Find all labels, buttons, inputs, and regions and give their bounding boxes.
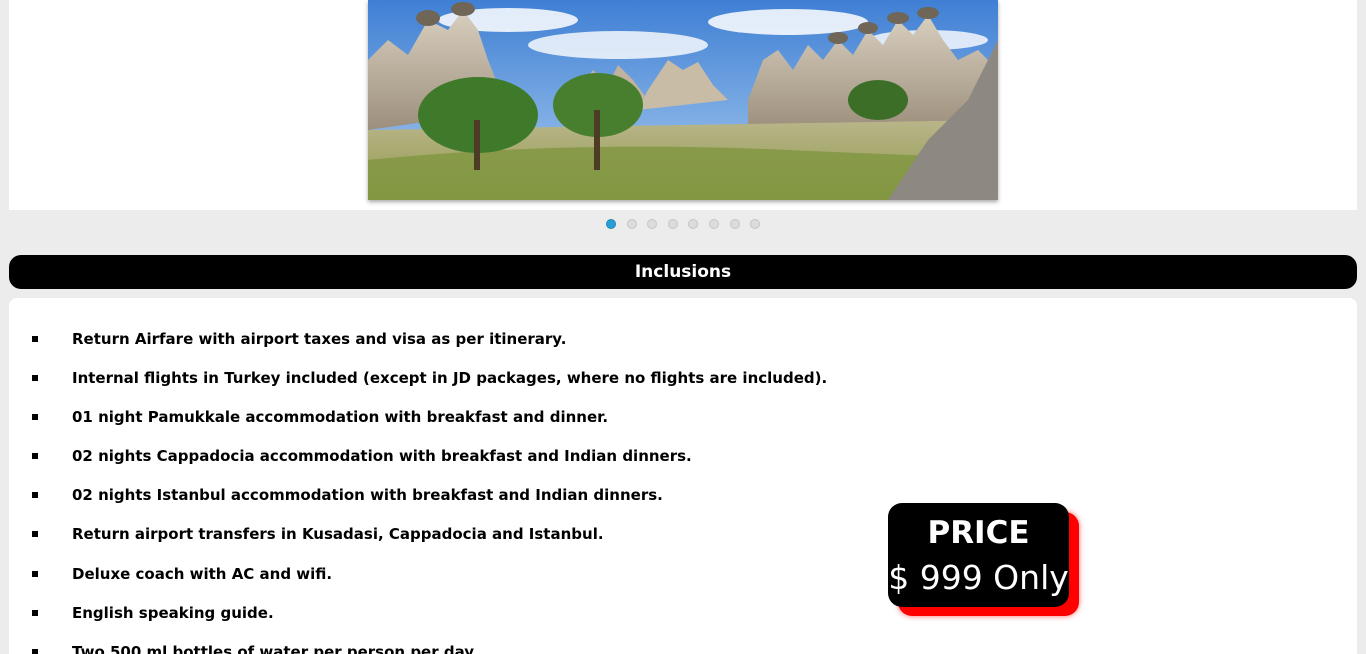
inclusions-list: Return Airfare with airport taxes and vi… (9, 326, 827, 654)
square-bullet-icon (32, 570, 38, 577)
list-item: Two 500 ml bottles of water per person p… (9, 639, 827, 654)
slider-dot-3[interactable] (647, 219, 658, 229)
slider-dot-5[interactable] (688, 219, 699, 229)
list-item-text: 02 nights Istanbul accommodation with br… (72, 486, 663, 505)
slider-pagination (0, 219, 1366, 231)
price-value: $ 999 Only (888, 558, 1069, 597)
list-item: English speaking guide. (9, 600, 827, 639)
cappadocia-landscape-illustration (368, 0, 998, 200)
list-item-text: Internal flights in Turkey included (exc… (72, 369, 828, 388)
list-item-text: Deluxe coach with AC and wifi. (72, 564, 333, 583)
section-title: Inclusions (634, 262, 732, 282)
slide-image[interactable] (368, 0, 998, 200)
square-bullet-icon (32, 375, 38, 382)
list-item: Return Airfare with airport taxes and vi… (9, 326, 827, 365)
list-item-text: 02 nights Cappadocia accommodation with … (72, 447, 692, 466)
square-bullet-icon (32, 609, 38, 616)
list-item-text: 01 night Pamukkale accommodation with br… (72, 408, 609, 427)
list-item: 02 nights Cappadocia accommodation with … (9, 443, 827, 482)
image-slider (9, 0, 1357, 210)
price-title: PRICE (927, 515, 1030, 551)
list-item-text: Two 500 ml bottles of water per person p… (72, 642, 479, 654)
list-item: Internal flights in Turkey included (exc… (9, 365, 827, 404)
slider-dot-2[interactable] (626, 219, 637, 229)
square-bullet-icon (32, 648, 38, 654)
list-item: 02 nights Istanbul accommodation with br… (9, 482, 827, 521)
square-bullet-icon (32, 336, 38, 342)
list-item-text: Return Airfare with airport taxes and vi… (72, 330, 567, 348)
list-item: 01 night Pamukkale accommodation with br… (9, 404, 827, 443)
list-item-text: Return airport transfers in Kusadasi, Ca… (72, 525, 604, 544)
square-bullet-icon (32, 492, 38, 499)
square-bullet-icon (32, 414, 38, 421)
slider-dot-1[interactable] (606, 219, 616, 229)
inclusions-header: Inclusions (9, 255, 1357, 289)
price-badge: PRICE $ 999 Only (888, 503, 1069, 607)
slider-dot-4[interactable] (667, 219, 678, 229)
inclusions-panel: Return Airfare with airport taxes and vi… (9, 298, 1357, 654)
slider-dot-8[interactable] (750, 219, 761, 229)
list-item: Deluxe coach with AC and wifi. (9, 561, 827, 600)
list-item: Return airport transfers in Kusadasi, Ca… (9, 521, 827, 560)
list-item-text: English speaking guide. (72, 603, 274, 622)
square-bullet-icon (32, 453, 38, 460)
slider-dot-7[interactable] (729, 219, 740, 229)
square-bullet-icon (32, 531, 38, 538)
slider-dot-6[interactable] (708, 219, 719, 229)
page: Inclusions Return Airfare with airport t… (0, 0, 1366, 654)
